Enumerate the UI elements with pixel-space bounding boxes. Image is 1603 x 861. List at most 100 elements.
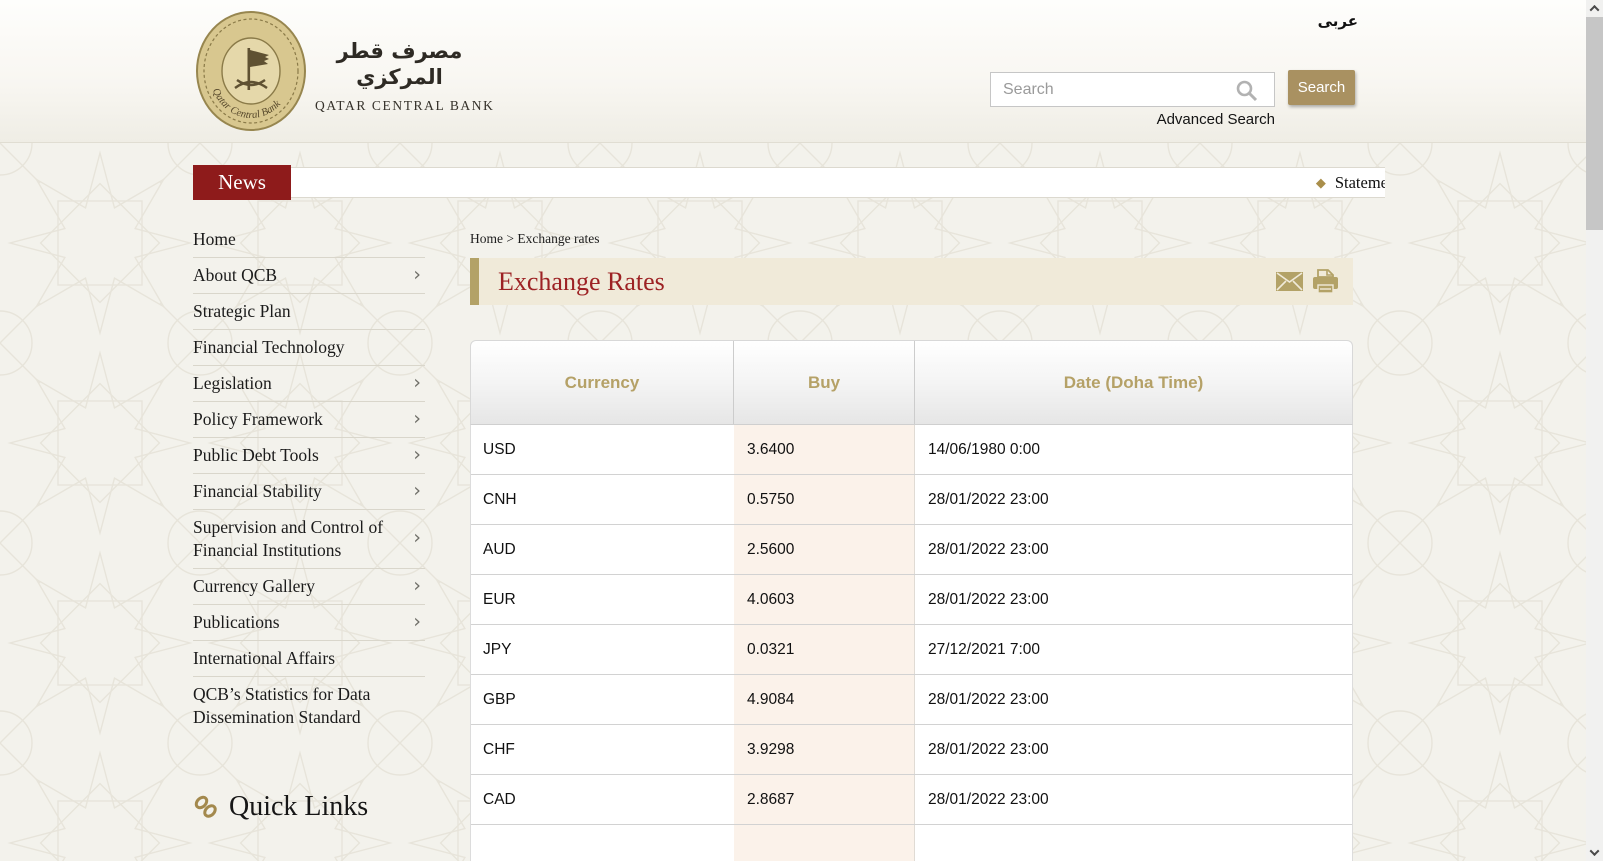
table-header-row: Currency Buy Date (Doha Time) [470, 340, 1353, 425]
chevron-down-icon [1590, 846, 1600, 856]
table-row: CAD 2.8687 28/01/2022 23:00 [471, 775, 1352, 825]
arabic-language-link[interactable]: عربى [1308, 12, 1358, 30]
printer-icon [1312, 269, 1339, 294]
email-page-button[interactable] [1276, 272, 1303, 291]
chevron-right-icon: › [413, 443, 421, 466]
currency-cell: EUR [471, 575, 734, 624]
breadcrumb-current: Exchange rates [517, 231, 599, 246]
qcb-logo[interactable]: Qatar Central Bank مصرف قطر المركزي QATA… [195, 10, 485, 134]
scroll-down-button[interactable] [1586, 844, 1603, 861]
sidebar-nav: Home About QCB › Strategic Plan Financia… [193, 222, 425, 735]
exchange-table-body: USD 3.6400 14/06/1980 0:00 CNH 0.5750 28… [470, 425, 1353, 861]
column-header-date: Date (Doha Time) [915, 341, 1352, 424]
buy-cell: 2.8687 [734, 775, 915, 824]
sidebar-item-legislation[interactable]: Legislation › [193, 366, 425, 402]
print-page-button[interactable] [1312, 269, 1339, 294]
diamond-bullet-icon: ◆ [1316, 176, 1326, 189]
sidebar-item-label: Strategic Plan [193, 301, 291, 321]
sidebar-item-home[interactable]: Home [193, 222, 425, 258]
currency-cell: CAD [471, 775, 734, 824]
sidebar-item-label: QCB’s Statistics for Data Dissemination … [193, 684, 370, 727]
news-ticker: ◆ Stateme [291, 167, 1385, 198]
currency-cell: CNH [471, 475, 734, 524]
sidebar-item-label: Financial Technology [193, 337, 345, 357]
sidebar-item-strategic-plan[interactable]: Strategic Plan [193, 294, 425, 330]
table-row: CHF 3.9298 28/01/2022 23:00 [471, 725, 1352, 775]
date-cell: 28/01/2022 23:00 [915, 725, 1352, 774]
date-cell [915, 825, 1352, 861]
currency-cell: CHF [471, 725, 734, 774]
sidebar-item-label: Financial Stability [193, 481, 322, 501]
currency-cell: GBP [471, 675, 734, 724]
date-cell: 28/01/2022 23:00 [915, 775, 1352, 824]
chain-link-icon [193, 794, 219, 820]
scrollbar-thumb[interactable] [1586, 17, 1603, 230]
news-ticker-text: Stateme [1335, 173, 1385, 193]
advanced-search-link[interactable]: Advanced Search [990, 111, 1275, 128]
search-input[interactable] [990, 72, 1275, 107]
sidebar-item-label: Public Debt Tools [193, 445, 319, 465]
exchange-rates-table: Currency Buy Date (Doha Time) USD 3.6400… [470, 340, 1353, 861]
page-title-bar: Exchange Rates [470, 258, 1353, 305]
currency-cell: USD [471, 425, 734, 474]
chevron-right-icon: › [413, 263, 421, 286]
column-header-buy: Buy [734, 341, 915, 424]
breadcrumb: Home > Exchange rates [470, 231, 599, 247]
date-cell: 14/06/1980 0:00 [915, 425, 1352, 474]
buy-cell [734, 825, 915, 861]
table-row: JPY 0.0321 27/12/2021 7:00 [471, 625, 1352, 675]
sidebar-item-label: About QCB [193, 265, 277, 285]
breadcrumb-home-link[interactable]: Home [470, 231, 503, 246]
buy-cell: 4.0603 [734, 575, 915, 624]
date-cell: 28/01/2022 23:00 [915, 525, 1352, 574]
currency-cell [471, 825, 734, 861]
sidebar-item-label: International Affairs [193, 648, 335, 668]
sidebar-item-about-qcb[interactable]: About QCB › [193, 258, 425, 294]
sidebar-item-qcb-s-statistics-for-data-dissemination-standard[interactable]: QCB’s Statistics for Data Dissemination … [193, 677, 425, 735]
buy-cell: 0.0321 [734, 625, 915, 674]
table-row [471, 825, 1352, 861]
qcb-coin-seal-icon: Qatar Central Bank [195, 10, 307, 132]
chevron-right-icon: › [413, 527, 421, 550]
chevron-up-icon [1590, 5, 1600, 15]
buy-cell: 3.9298 [734, 725, 915, 774]
sidebar-item-publications[interactable]: Publications › [193, 605, 425, 641]
sidebar-item-label: Currency Gallery [193, 576, 315, 596]
vertical-scrollbar[interactable] [1586, 0, 1603, 861]
table-row: CNH 0.5750 28/01/2022 23:00 [471, 475, 1352, 525]
date-cell: 27/12/2021 7:00 [915, 625, 1352, 674]
buy-cell: 4.9084 [734, 675, 915, 724]
sidebar-item-label: Legislation [193, 373, 272, 393]
column-header-currency: Currency [471, 341, 734, 424]
sidebar-item-currency-gallery[interactable]: Currency Gallery › [193, 569, 425, 605]
sidebar-item-policy-framework[interactable]: Policy Framework › [193, 402, 425, 438]
magnifier-icon[interactable] [1235, 79, 1259, 103]
date-cell: 28/01/2022 23:00 [915, 575, 1352, 624]
chevron-right-icon: › [413, 479, 421, 502]
sidebar-item-public-debt-tools[interactable]: Public Debt Tools › [193, 438, 425, 474]
sidebar-item-supervision-and-control-of-financial-institutions[interactable]: Supervision and Control of Financial Ins… [193, 510, 425, 569]
sidebar-item-financial-technology[interactable]: Financial Technology [193, 330, 425, 366]
logo-bank-name: QATAR CENTRAL BANK [315, 98, 490, 114]
currency-cell: AUD [471, 525, 734, 574]
search-button[interactable]: Search [1288, 70, 1355, 105]
sidebar-item-label: Publications [193, 612, 280, 632]
news-ticker-item[interactable]: ◆ Stateme [1316, 173, 1385, 193]
quick-links-title: Quick Links [229, 791, 368, 823]
table-row: GBP 4.9084 28/01/2022 23:00 [471, 675, 1352, 725]
sidebar-item-international-affairs[interactable]: International Affairs [193, 641, 425, 677]
envelope-icon [1276, 272, 1303, 291]
date-cell: 28/01/2022 23:00 [915, 675, 1352, 724]
table-row: AUD 2.5600 28/01/2022 23:00 [471, 525, 1352, 575]
chevron-right-icon: › [413, 407, 421, 430]
chevron-right-icon: › [413, 371, 421, 394]
sidebar-item-label: Home [193, 229, 236, 249]
sidebar-item-financial-stability[interactable]: Financial Stability › [193, 474, 425, 510]
quick-links-section: Quick Links [193, 791, 368, 823]
breadcrumb-separator: > [506, 231, 514, 246]
date-cell: 28/01/2022 23:00 [915, 475, 1352, 524]
scroll-up-button[interactable] [1586, 0, 1603, 17]
table-row: USD 3.6400 14/06/1980 0:00 [471, 425, 1352, 475]
sidebar-item-label: Supervision and Control of Financial Ins… [193, 517, 383, 560]
buy-cell: 3.6400 [734, 425, 915, 474]
